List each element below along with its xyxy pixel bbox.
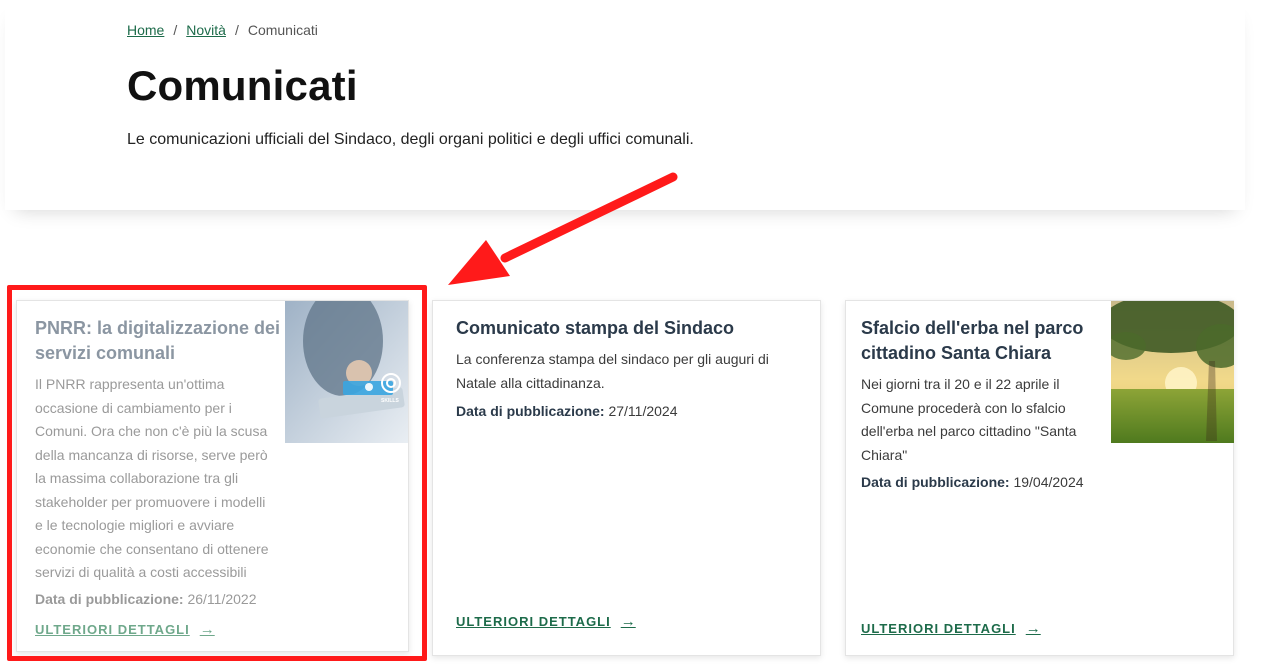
- details-link[interactable]: ULTERIORI DETTAGLI →: [861, 620, 1041, 637]
- card-image: [1111, 301, 1234, 443]
- arrow-right-icon: →: [620, 613, 636, 630]
- publication-date: Data di pubblicazione: 19/04/2024: [861, 474, 1084, 490]
- news-card-sfalcio[interactable]: Sfalcio dell'erba nel parco cittadino San…: [845, 300, 1234, 656]
- details-link[interactable]: ULTERIORI DETTAGLI →: [456, 613, 636, 630]
- card-title[interactable]: Comunicato stampa del Sindaco: [456, 316, 806, 341]
- park-tree-icon: [1111, 301, 1234, 443]
- card-title[interactable]: Sfalcio dell'erba nel parco cittadino San…: [861, 316, 1111, 366]
- card-text: La conferenza stampa del sindaco per gli…: [456, 351, 769, 391]
- card-text: Nei giorni tra il 20 e il 22 aprile il C…: [861, 376, 1077, 463]
- publication-date: Data di pubblicazione: 27/11/2024: [456, 403, 678, 419]
- arrow-right-icon: →: [1025, 620, 1041, 637]
- annotation-highlight-box: [7, 285, 427, 661]
- news-card-comunicato[interactable]: Comunicato stampa del Sindaco La confere…: [432, 300, 821, 656]
